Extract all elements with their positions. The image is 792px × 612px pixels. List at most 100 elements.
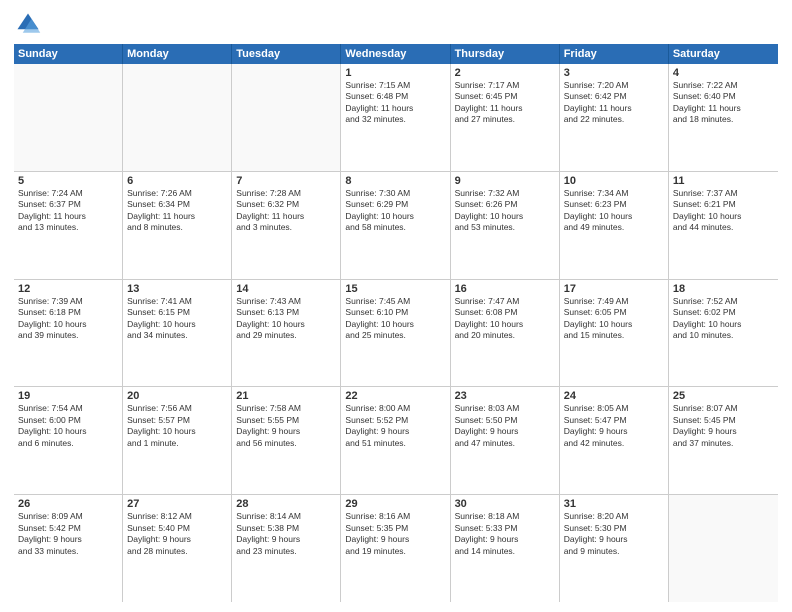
day-number: 4 [673, 67, 774, 79]
calendar-cell [669, 495, 778, 602]
day-number: 28 [236, 498, 336, 510]
cell-text: Sunrise: 8:18 AM Sunset: 5:33 PM Dayligh… [455, 511, 555, 557]
day-number: 17 [564, 283, 664, 295]
calendar-cell: 7Sunrise: 7:28 AM Sunset: 6:32 PM Daylig… [232, 172, 341, 279]
day-number: 25 [673, 390, 774, 402]
calendar-cell: 15Sunrise: 7:45 AM Sunset: 6:10 PM Dayli… [341, 280, 450, 387]
day-number: 22 [345, 390, 445, 402]
day-number: 6 [127, 175, 227, 187]
cell-text: Sunrise: 7:58 AM Sunset: 5:55 PM Dayligh… [236, 403, 336, 449]
calendar-cell: 2Sunrise: 7:17 AM Sunset: 6:45 PM Daylig… [451, 64, 560, 171]
cell-text: Sunrise: 7:26 AM Sunset: 6:34 PM Dayligh… [127, 188, 227, 234]
calendar-header: SundayMondayTuesdayWednesdayThursdayFrid… [14, 44, 778, 64]
day-number: 16 [455, 283, 555, 295]
cell-text: Sunrise: 7:47 AM Sunset: 6:08 PM Dayligh… [455, 296, 555, 342]
calendar-cell: 3Sunrise: 7:20 AM Sunset: 6:42 PM Daylig… [560, 64, 669, 171]
cell-text: Sunrise: 8:12 AM Sunset: 5:40 PM Dayligh… [127, 511, 227, 557]
cell-text: Sunrise: 7:45 AM Sunset: 6:10 PM Dayligh… [345, 296, 445, 342]
calendar-cell: 24Sunrise: 8:05 AM Sunset: 5:47 PM Dayli… [560, 387, 669, 494]
cell-text: Sunrise: 7:24 AM Sunset: 6:37 PM Dayligh… [18, 188, 118, 234]
cell-text: Sunrise: 8:07 AM Sunset: 5:45 PM Dayligh… [673, 403, 774, 449]
calendar-row-3: 19Sunrise: 7:54 AM Sunset: 6:00 PM Dayli… [14, 387, 778, 495]
cell-text: Sunrise: 7:15 AM Sunset: 6:48 PM Dayligh… [345, 80, 445, 126]
cell-text: Sunrise: 7:34 AM Sunset: 6:23 PM Dayligh… [564, 188, 664, 234]
calendar-cell: 14Sunrise: 7:43 AM Sunset: 6:13 PM Dayli… [232, 280, 341, 387]
calendar-cell: 5Sunrise: 7:24 AM Sunset: 6:37 PM Daylig… [14, 172, 123, 279]
calendar-cell: 22Sunrise: 8:00 AM Sunset: 5:52 PM Dayli… [341, 387, 450, 494]
day-number: 31 [564, 498, 664, 510]
day-number: 12 [18, 283, 118, 295]
calendar-cell: 28Sunrise: 8:14 AM Sunset: 5:38 PM Dayli… [232, 495, 341, 602]
calendar-body: 1Sunrise: 7:15 AM Sunset: 6:48 PM Daylig… [14, 64, 778, 602]
calendar-row-2: 12Sunrise: 7:39 AM Sunset: 6:18 PM Dayli… [14, 280, 778, 388]
calendar-cell: 4Sunrise: 7:22 AM Sunset: 6:40 PM Daylig… [669, 64, 778, 171]
cell-text: Sunrise: 7:22 AM Sunset: 6:40 PM Dayligh… [673, 80, 774, 126]
header-cell-wednesday: Wednesday [341, 44, 450, 64]
day-number: 23 [455, 390, 555, 402]
cell-text: Sunrise: 7:54 AM Sunset: 6:00 PM Dayligh… [18, 403, 118, 449]
day-number: 19 [18, 390, 118, 402]
header-cell-monday: Monday [123, 44, 232, 64]
day-number: 26 [18, 498, 118, 510]
cell-text: Sunrise: 7:43 AM Sunset: 6:13 PM Dayligh… [236, 296, 336, 342]
logo [14, 10, 46, 38]
calendar-cell: 13Sunrise: 7:41 AM Sunset: 6:15 PM Dayli… [123, 280, 232, 387]
calendar-cell: 16Sunrise: 7:47 AM Sunset: 6:08 PM Dayli… [451, 280, 560, 387]
calendar: SundayMondayTuesdayWednesdayThursdayFrid… [14, 44, 778, 602]
calendar-cell: 26Sunrise: 8:09 AM Sunset: 5:42 PM Dayli… [14, 495, 123, 602]
cell-text: Sunrise: 7:41 AM Sunset: 6:15 PM Dayligh… [127, 296, 227, 342]
day-number: 20 [127, 390, 227, 402]
day-number: 27 [127, 498, 227, 510]
calendar-cell: 20Sunrise: 7:56 AM Sunset: 5:57 PM Dayli… [123, 387, 232, 494]
logo-icon [14, 10, 42, 38]
header-cell-tuesday: Tuesday [232, 44, 341, 64]
calendar-cell: 29Sunrise: 8:16 AM Sunset: 5:35 PM Dayli… [341, 495, 450, 602]
cell-text: Sunrise: 8:00 AM Sunset: 5:52 PM Dayligh… [345, 403, 445, 449]
day-number: 9 [455, 175, 555, 187]
calendar-cell: 6Sunrise: 7:26 AM Sunset: 6:34 PM Daylig… [123, 172, 232, 279]
day-number: 7 [236, 175, 336, 187]
day-number: 5 [18, 175, 118, 187]
day-number: 15 [345, 283, 445, 295]
day-number: 29 [345, 498, 445, 510]
calendar-cell: 27Sunrise: 8:12 AM Sunset: 5:40 PM Dayli… [123, 495, 232, 602]
cell-text: Sunrise: 8:09 AM Sunset: 5:42 PM Dayligh… [18, 511, 118, 557]
day-number: 30 [455, 498, 555, 510]
cell-text: Sunrise: 7:39 AM Sunset: 6:18 PM Dayligh… [18, 296, 118, 342]
cell-text: Sunrise: 7:37 AM Sunset: 6:21 PM Dayligh… [673, 188, 774, 234]
cell-text: Sunrise: 7:56 AM Sunset: 5:57 PM Dayligh… [127, 403, 227, 449]
calendar-cell: 12Sunrise: 7:39 AM Sunset: 6:18 PM Dayli… [14, 280, 123, 387]
calendar-cell: 21Sunrise: 7:58 AM Sunset: 5:55 PM Dayli… [232, 387, 341, 494]
calendar-cell [123, 64, 232, 171]
calendar-cell: 25Sunrise: 8:07 AM Sunset: 5:45 PM Dayli… [669, 387, 778, 494]
calendar-row-4: 26Sunrise: 8:09 AM Sunset: 5:42 PM Dayli… [14, 495, 778, 602]
day-number: 13 [127, 283, 227, 295]
day-number: 24 [564, 390, 664, 402]
header-cell-thursday: Thursday [451, 44, 560, 64]
day-number: 18 [673, 283, 774, 295]
cell-text: Sunrise: 7:32 AM Sunset: 6:26 PM Dayligh… [455, 188, 555, 234]
day-number: 10 [564, 175, 664, 187]
cell-text: Sunrise: 8:03 AM Sunset: 5:50 PM Dayligh… [455, 403, 555, 449]
day-number: 11 [673, 175, 774, 187]
day-number: 21 [236, 390, 336, 402]
day-number: 14 [236, 283, 336, 295]
calendar-cell: 1Sunrise: 7:15 AM Sunset: 6:48 PM Daylig… [341, 64, 450, 171]
cell-text: Sunrise: 7:30 AM Sunset: 6:29 PM Dayligh… [345, 188, 445, 234]
cell-text: Sunrise: 7:17 AM Sunset: 6:45 PM Dayligh… [455, 80, 555, 126]
day-number: 8 [345, 175, 445, 187]
calendar-row-1: 5Sunrise: 7:24 AM Sunset: 6:37 PM Daylig… [14, 172, 778, 280]
calendar-cell [14, 64, 123, 171]
calendar-cell: 18Sunrise: 7:52 AM Sunset: 6:02 PM Dayli… [669, 280, 778, 387]
calendar-cell: 31Sunrise: 8:20 AM Sunset: 5:30 PM Dayli… [560, 495, 669, 602]
calendar-cell: 23Sunrise: 8:03 AM Sunset: 5:50 PM Dayli… [451, 387, 560, 494]
cell-text: Sunrise: 7:28 AM Sunset: 6:32 PM Dayligh… [236, 188, 336, 234]
calendar-cell: 30Sunrise: 8:18 AM Sunset: 5:33 PM Dayli… [451, 495, 560, 602]
day-number: 1 [345, 67, 445, 79]
cell-text: Sunrise: 8:16 AM Sunset: 5:35 PM Dayligh… [345, 511, 445, 557]
cell-text: Sunrise: 7:52 AM Sunset: 6:02 PM Dayligh… [673, 296, 774, 342]
cell-text: Sunrise: 8:05 AM Sunset: 5:47 PM Dayligh… [564, 403, 664, 449]
calendar-cell: 8Sunrise: 7:30 AM Sunset: 6:29 PM Daylig… [341, 172, 450, 279]
cell-text: Sunrise: 8:20 AM Sunset: 5:30 PM Dayligh… [564, 511, 664, 557]
calendar-cell [232, 64, 341, 171]
